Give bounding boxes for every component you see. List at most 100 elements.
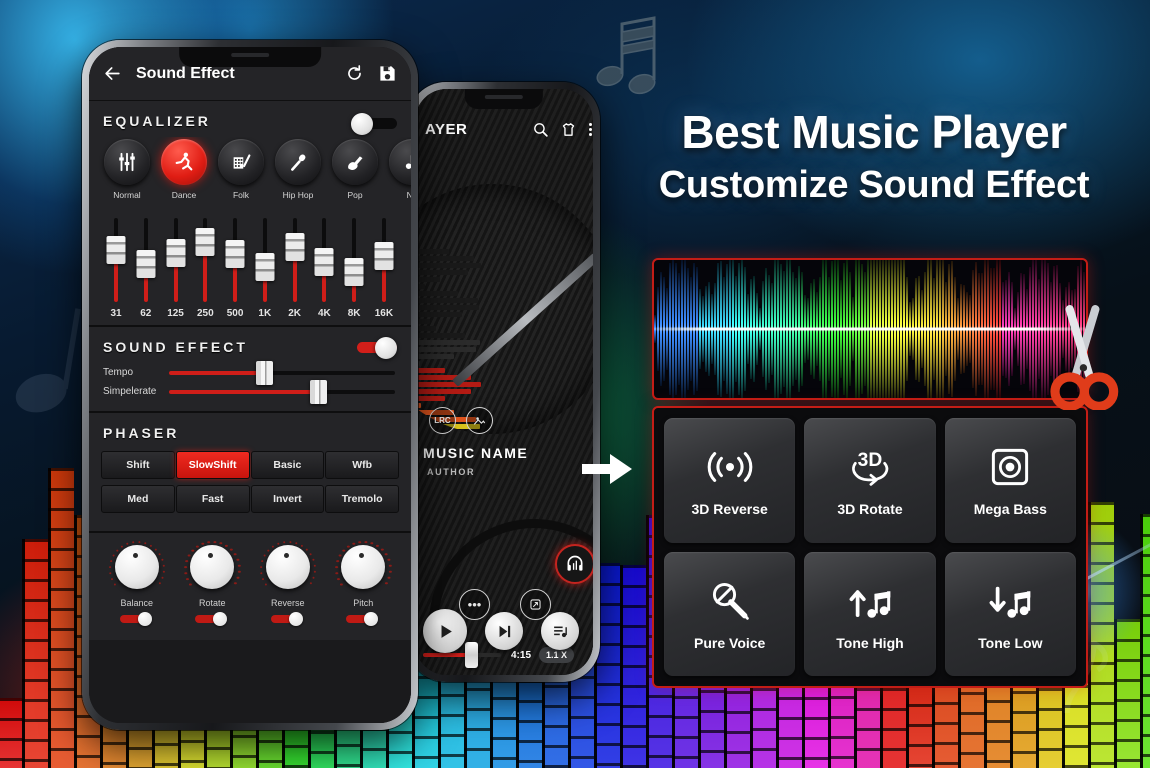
play-icon[interactable] [423,609,467,653]
slider-track[interactable] [169,360,395,385]
eq-band-62[interactable]: 62 [133,218,159,319]
eq-band-knob[interactable] [136,250,156,279]
save-floppy-icon[interactable] [378,64,397,83]
effect-tile-3d-rotate[interactable]: 3D 3D Rotate [804,418,936,543]
equalizer-preset-no[interactable]: No [388,139,411,200]
preset-label: No [406,190,411,200]
effect-tile-pure-voice[interactable]: Pure Voice [664,551,796,676]
sound-effect-slider-tempo[interactable]: Tempo [89,360,411,385]
eq-band-8K[interactable]: 8K [341,218,367,319]
effect-tile-tone-low[interactable]: Tone Low [944,551,1076,676]
equalizer-preset-hip-hop[interactable]: Hip Hop [274,139,322,200]
knob-toggle-pitch[interactable] [346,612,380,626]
sound-effect-toggle[interactable] [351,337,397,359]
eq-band-track[interactable] [374,218,394,302]
image-icon[interactable] [466,407,493,434]
headphone-equalizer-icon[interactable] [555,544,593,584]
effect-tile-label: 3D Rotate [837,501,903,518]
eq-band-track[interactable] [136,218,156,302]
knob-toggle-reverse[interactable] [270,612,305,626]
eq-band-knob[interactable] [314,247,334,276]
back-arrow-icon[interactable] [103,64,122,83]
playlist-icon[interactable] [541,612,579,650]
knob-rotate[interactable]: Rotate [178,540,246,626]
player-screen: AYER LRC MUSIC NAME AUTHOR ••• 4:15 1.1 … [415,89,593,675]
equalizer-preset-pop[interactable]: Pop [331,139,379,200]
phaser-button-invert[interactable]: Invert [250,485,325,513]
slider-label: Simpelerate [103,386,157,397]
eq-band-knob[interactable] [344,257,364,286]
knob-dial-wrap[interactable] [335,540,392,595]
eq-band-2K[interactable]: 2K [282,218,308,319]
next-track-icon[interactable] [485,612,523,650]
eq-band-125[interactable]: 125 [163,218,189,319]
eq-band-label: 500 [226,308,244,319]
eq-band-250[interactable]: 250 [192,218,218,319]
knob-dial-wrap[interactable] [259,540,316,595]
eq-band-track[interactable] [195,218,215,302]
sound-effect-slider-simpelerate[interactable]: Simpelerate [89,379,411,404]
phaser-button-tremolo[interactable]: Tremolo [325,485,399,513]
phone-notch [464,89,544,109]
knob-dial-wrap[interactable] [108,540,165,595]
knob-dial[interactable] [265,545,310,589]
note-icon [389,139,411,185]
equalizer-preset-folk[interactable]: Folk [217,139,265,200]
eq-band-knob[interactable] [285,232,305,261]
phaser-button-wfb[interactable]: Wfb [325,451,399,479]
phaser-button-shift[interactable]: Shift [101,451,175,479]
theme-shirt-icon[interactable] [560,121,577,138]
lrc-badge[interactable]: LRC [429,407,456,434]
eq-band-track[interactable] [255,218,275,302]
eq-band-track[interactable] [106,218,126,302]
knob-toggle-rotate[interactable] [195,612,229,626]
search-icon[interactable] [532,121,549,138]
refresh-icon[interactable] [345,64,364,83]
knob-dial[interactable] [190,545,235,589]
knob-dial[interactable] [114,545,159,589]
eq-band-500[interactable]: 500 [222,218,248,319]
equalizer-preset-dance[interactable]: Dance [160,139,208,200]
effect-tile-tone-high[interactable]: Tone High [804,551,936,676]
knob-reverse[interactable]: Reverse [254,540,322,626]
eq-band-knob[interactable] [374,241,394,270]
more-vertical-icon[interactable] [588,121,593,138]
knob-dial-wrap[interactable] [184,540,241,595]
eq-band-knob[interactable] [106,235,126,264]
effect-tile-3d-reverse[interactable]: 3D Reverse [664,418,796,543]
eq-band-track[interactable] [285,218,305,302]
effect-tiles-grid: 3D Reverse 3D 3D Rotate Mega Bass Pure Voice… [652,406,1088,688]
phaser-button-fast[interactable]: Fast [175,485,250,513]
eq-band-knob[interactable] [195,227,215,256]
effect-tile-label: Mega Bass [973,501,1047,518]
eq-band-track[interactable] [166,218,186,302]
slider-knob[interactable] [255,360,273,385]
eq-band-track[interactable] [314,218,334,302]
eq-band-knob[interactable] [166,239,186,268]
eq-band-knob[interactable] [225,240,245,269]
knob-dial[interactable] [341,545,386,589]
knob-toggle-balance[interactable] [119,612,154,626]
knob-pitch[interactable]: Pitch [329,540,397,626]
phaser-button-slowshift[interactable]: SlowShift [175,451,250,479]
eq-band-31[interactable]: 31 [103,218,129,319]
slider-track[interactable] [169,379,395,404]
mic-muted-icon [706,577,754,625]
effect-tile-mega-bass[interactable]: Mega Bass [944,418,1076,543]
knob-balance[interactable]: Balance [103,540,171,626]
eq-band-track[interactable] [344,218,364,302]
eq-band-4K[interactable]: 4K [311,218,337,319]
eq-band-16K[interactable]: 16K [371,218,397,319]
slider-knob[interactable] [310,379,328,404]
seek-slider[interactable] [423,642,501,668]
eq-band-knob[interactable] [255,252,275,281]
equalizer-preset-normal[interactable]: Normal [103,139,151,200]
eq-band-1K[interactable]: 1K [252,218,278,319]
eq-band-track[interactable] [225,218,245,302]
equalizer-toggle[interactable] [351,113,397,135]
phaser-button-basic[interactable]: Basic [250,451,325,479]
page-title: Sound Effect [136,64,235,82]
waveform-centerline [654,327,1086,331]
phaser-button-med[interactable]: Med [101,485,175,513]
preset-label: Pop [347,190,363,200]
